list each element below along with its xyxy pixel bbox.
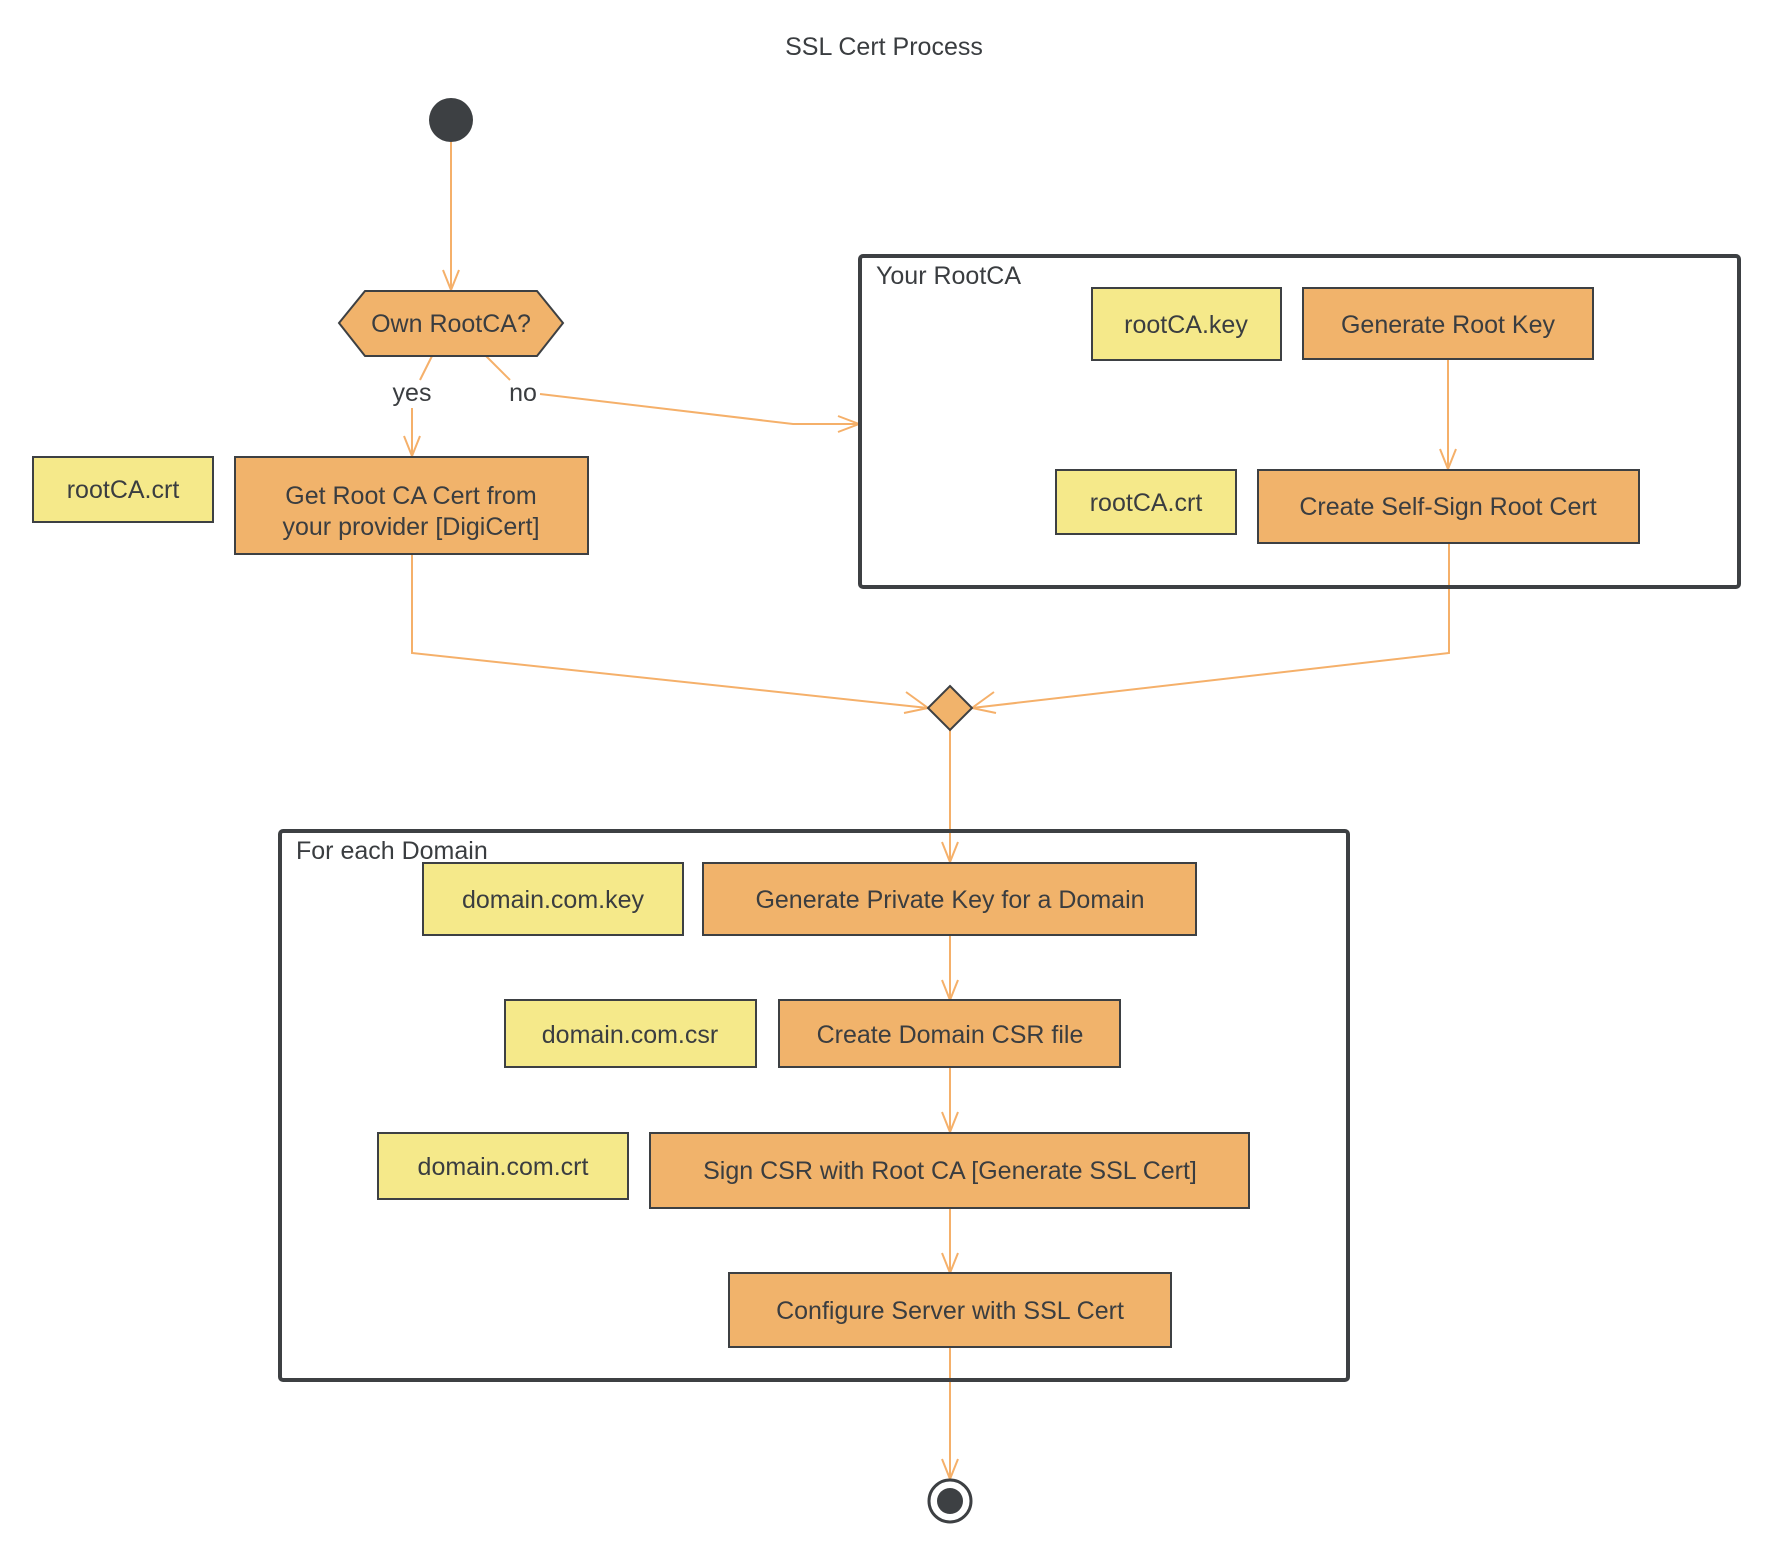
object-label: rootCA.key — [1124, 311, 1248, 339]
edge-left-to-merge — [411, 554, 929, 709]
action-generate-private-key[interactable]: Generate Private Key for a Domain — [702, 862, 1197, 936]
edge-yes-upper — [419, 355, 433, 381]
action-label: Sign CSR with Root CA [Generate SSL Cert… — [703, 1157, 1197, 1185]
object-rootca-crt-right[interactable]: rootCA.crt — [1055, 469, 1237, 535]
object-label: rootCA.crt — [67, 476, 180, 504]
action-label: Generate Private Key for a Domain — [755, 886, 1144, 914]
action-get-root-ca-cert[interactable]: Get Root CA Cert from your provider [Dig… — [234, 456, 589, 555]
group-for-each-domain: For each Domain domain.com.key Generate … — [278, 829, 1350, 1382]
action-label: Configure Server with SSL Cert — [776, 1297, 1124, 1325]
object-label: rootCA.crt — [1090, 489, 1203, 517]
start-node-icon — [429, 98, 473, 142]
object-domain-csr[interactable]: domain.com.csr — [504, 999, 757, 1068]
object-label: domain.com.crt — [418, 1153, 589, 1181]
group-label: For each Domain — [296, 837, 488, 865]
action-configure-server[interactable]: Configure Server with SSL Cert — [728, 1272, 1172, 1348]
edge-right-to-merge — [971, 543, 1450, 709]
group-label: Your RootCA — [876, 262, 1021, 290]
object-rootca-key[interactable]: rootCA.key — [1091, 287, 1282, 361]
object-rootca-crt-left[interactable]: rootCA.crt — [32, 456, 214, 523]
arrowhead-icon — [903, 691, 931, 714]
action-generate-root-key[interactable]: Generate Root Key — [1302, 287, 1594, 360]
action-label: Generate Root Key — [1341, 311, 1556, 339]
edge-no-to-rootca — [539, 393, 859, 425]
group-your-rootca: Your RootCA rootCA.key Generate Root Key… — [858, 254, 1741, 589]
action-label: Create Self-Sign Root Cert — [1299, 493, 1596, 521]
action-create-domain-csr[interactable]: Create Domain CSR file — [778, 999, 1121, 1068]
diagram-title: SSL Cert Process — [785, 33, 983, 61]
decision-own-rootca[interactable]: Own RootCA? — [337, 290, 565, 357]
action-label-line2: your provider [DigiCert] — [282, 513, 539, 541]
merge-node-diamond[interactable] — [926, 684, 974, 732]
action-label: Create Domain CSR file — [817, 1021, 1084, 1049]
edge-no-upper — [485, 355, 511, 381]
object-domain-crt[interactable]: domain.com.crt — [377, 1132, 629, 1200]
branch-label-yes: yes — [393, 379, 432, 407]
object-label: domain.com.key — [462, 886, 645, 914]
decision-label: Own RootCA? — [371, 310, 531, 338]
arrowhead-icon — [969, 691, 997, 714]
action-label-line1: Get Root CA Cert from — [285, 482, 536, 510]
end-node-dot — [937, 1488, 963, 1514]
action-sign-csr[interactable]: Sign CSR with Root CA [Generate SSL Cert… — [649, 1132, 1250, 1209]
end-node-icon — [927, 1478, 973, 1524]
activity-diagram: SSL Cert Process Own RootCA? yes no root… — [32, 33, 1741, 1524]
object-domain-key[interactable]: domain.com.key — [422, 862, 684, 936]
branch-label-no: no — [509, 379, 537, 407]
action-create-self-sign-root-cert[interactable]: Create Self-Sign Root Cert — [1257, 469, 1640, 544]
object-label: domain.com.csr — [542, 1021, 718, 1049]
